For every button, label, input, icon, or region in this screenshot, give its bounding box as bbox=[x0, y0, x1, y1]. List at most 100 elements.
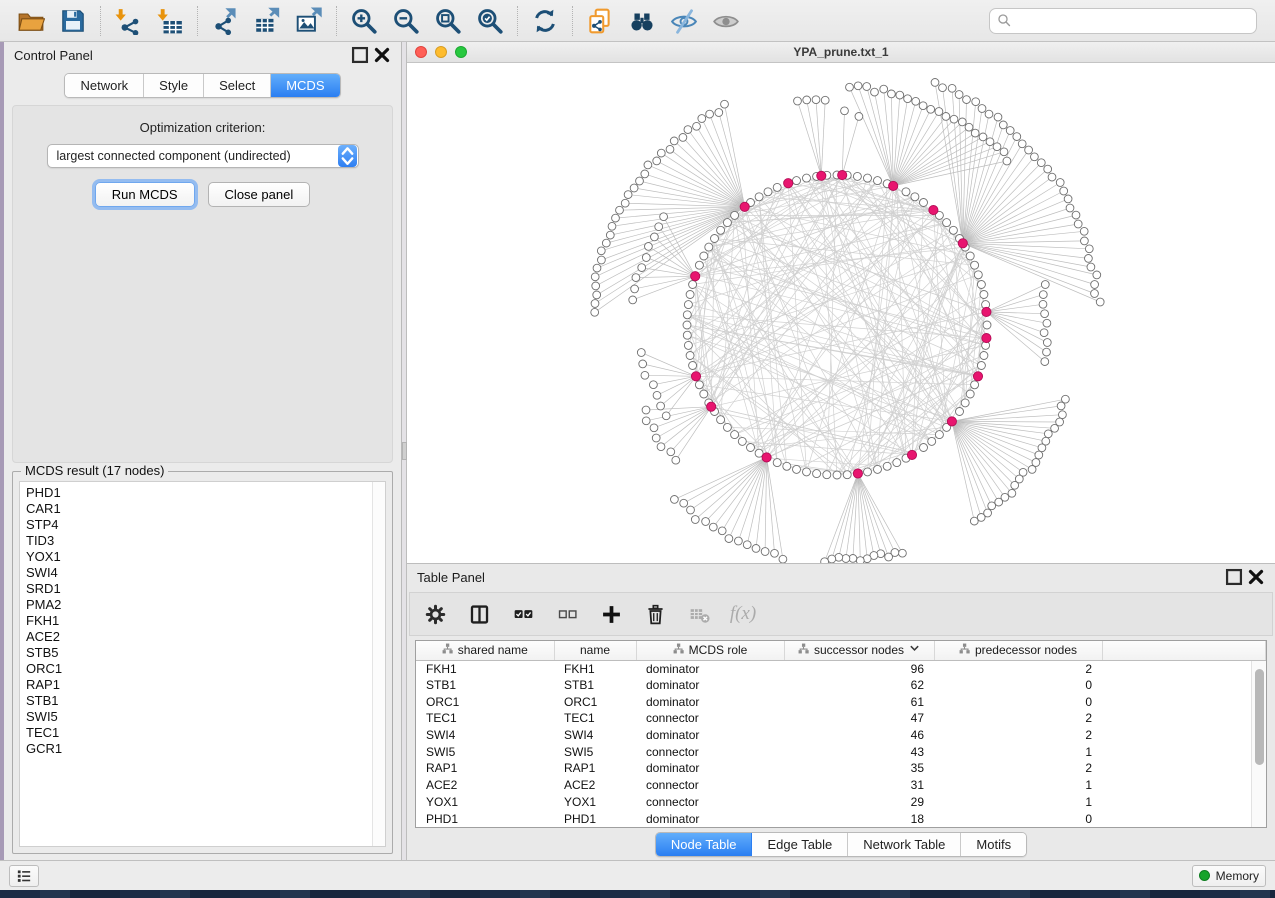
table-scrollbar-thumb[interactable] bbox=[1255, 669, 1264, 765]
column-header-MCDS-role[interactable]: MCDS role bbox=[636, 641, 784, 660]
gear-icon[interactable] bbox=[422, 601, 448, 627]
tab-network-table[interactable]: Network Table bbox=[848, 833, 961, 856]
memory-label: Memory bbox=[1216, 869, 1259, 883]
float-table-panel-icon[interactable] bbox=[1225, 568, 1243, 586]
trash-icon[interactable] bbox=[642, 601, 668, 627]
tab-select[interactable]: Select bbox=[204, 74, 271, 97]
splitter-grabber[interactable] bbox=[402, 442, 407, 460]
network-canvas[interactable] bbox=[407, 63, 1275, 563]
tab-node-table[interactable]: Node Table bbox=[656, 833, 753, 856]
tab-motifs[interactable]: Motifs bbox=[961, 833, 1026, 856]
status-bar: Memory bbox=[0, 860, 1275, 890]
table-row[interactable]: SWI4SWI4dominator462 bbox=[416, 727, 1266, 744]
zoom-in-icon[interactable] bbox=[343, 3, 385, 39]
column-header-successor-nodes[interactable]: successor nodes bbox=[784, 641, 934, 660]
refresh-icon[interactable] bbox=[524, 3, 566, 39]
table-row[interactable]: STB1STB1dominator620 bbox=[416, 677, 1266, 694]
mcds-result-item[interactable]: YOX1 bbox=[26, 549, 372, 565]
table-row[interactable]: PHD1PHD1dominator180 bbox=[416, 810, 1266, 827]
column-header-predecessor-nodes[interactable]: predecessor nodes bbox=[934, 641, 1102, 660]
network-nodes[interactable] bbox=[591, 79, 1104, 564]
search-input[interactable] bbox=[1017, 13, 1249, 28]
optimization-criterion-select[interactable]: largest connected component (undirected) bbox=[47, 144, 359, 168]
network-window-titlebar[interactable]: YPA_prune.txt_1 bbox=[407, 42, 1275, 63]
control-panel-title: Control Panel bbox=[14, 48, 93, 63]
tab-mcds[interactable]: MCDS bbox=[271, 74, 339, 97]
export-network-icon[interactable] bbox=[204, 3, 246, 39]
float-panel-icon[interactable] bbox=[351, 46, 369, 64]
zoom-fit-icon[interactable] bbox=[427, 3, 469, 39]
mcds-result-item[interactable]: SRD1 bbox=[26, 581, 372, 597]
table-row[interactable]: RAP1RAP1dominator352 bbox=[416, 760, 1266, 777]
close-table-panel-icon[interactable] bbox=[1247, 568, 1265, 586]
export-table-icon[interactable] bbox=[246, 3, 288, 39]
table-row[interactable]: ACE2ACE2connector311 bbox=[416, 777, 1266, 794]
table-row[interactable]: TEC1TEC1connector472 bbox=[416, 710, 1266, 727]
export-image-icon[interactable] bbox=[288, 3, 330, 39]
column-header-shared-name[interactable]: shared name bbox=[416, 641, 554, 660]
table-row[interactable]: SWI5SWI5connector431 bbox=[416, 743, 1266, 760]
eye-icon[interactable] bbox=[705, 3, 747, 39]
network-view-panel: YPA_prune.txt_1 bbox=[407, 42, 1275, 563]
control-panel: Control Panel NetworkStyleSelectMCDS Opt… bbox=[4, 42, 402, 860]
import-network-icon[interactable] bbox=[107, 3, 149, 39]
mcds-result-item[interactable]: ACE2 bbox=[26, 629, 372, 645]
tree-icon bbox=[959, 643, 970, 657]
cytoscape-app: Control Panel NetworkStyleSelectMCDS Opt… bbox=[0, 0, 1275, 898]
close-panel-button[interactable]: Close panel bbox=[208, 182, 311, 207]
mcds-result-item[interactable]: PMA2 bbox=[26, 597, 372, 613]
mcds-result-item[interactable]: CAR1 bbox=[26, 501, 372, 517]
panel-splitter[interactable] bbox=[402, 42, 407, 860]
task-history-button[interactable] bbox=[9, 865, 39, 887]
toolbar-icon-group bbox=[10, 3, 747, 39]
unselect-all-icon[interactable] bbox=[554, 601, 580, 627]
select-all-icon[interactable] bbox=[510, 601, 536, 627]
mcds-result-item[interactable]: PHD1 bbox=[26, 485, 372, 501]
mcds-tab-content: Optimization criterion: largest connecte… bbox=[12, 105, 393, 854]
minimize-window-icon[interactable] bbox=[435, 46, 447, 58]
copy-share-icon[interactable] bbox=[579, 3, 621, 39]
mcds-result-item[interactable]: RAP1 bbox=[26, 677, 372, 693]
mcds-result-item[interactable]: STP4 bbox=[26, 517, 372, 533]
eye-slash-icon[interactable] bbox=[663, 3, 705, 39]
toolbar-separator bbox=[572, 6, 573, 36]
right-column: YPA_prune.txt_1 Table Panel f(x) bbox=[407, 42, 1275, 860]
mcds-result-item[interactable]: STB1 bbox=[26, 693, 372, 709]
run-mcds-button[interactable]: Run MCDS bbox=[95, 182, 195, 207]
sort-desc-icon bbox=[909, 643, 920, 657]
network-graph[interactable] bbox=[407, 63, 1275, 563]
column-header-filler bbox=[1102, 641, 1266, 660]
columns-icon[interactable] bbox=[466, 601, 492, 627]
zoom-selected-icon[interactable] bbox=[469, 3, 511, 39]
mcds-result-item[interactable]: STB5 bbox=[26, 645, 372, 661]
open-folder-icon[interactable] bbox=[10, 3, 52, 39]
mcds-result-item[interactable]: FKH1 bbox=[26, 613, 372, 629]
tab-style[interactable]: Style bbox=[144, 74, 204, 97]
close-window-icon[interactable] bbox=[415, 46, 427, 58]
table-scrollbar[interactable] bbox=[1251, 661, 1266, 827]
mcds-result-listbox[interactable]: PHD1CAR1STP4TID3YOX1SWI4SRD1PMA2FKH1ACE2… bbox=[19, 481, 386, 847]
tab-edge-table[interactable]: Edge Table bbox=[752, 833, 848, 856]
mcds-result-item[interactable]: SWI4 bbox=[26, 565, 372, 581]
column-header-name[interactable]: name bbox=[554, 641, 636, 660]
search-box[interactable] bbox=[989, 8, 1257, 34]
mcds-result-item[interactable]: GCR1 bbox=[26, 741, 372, 757]
table-row[interactable]: FKH1FKH1dominator962 bbox=[416, 660, 1266, 677]
memory-button[interactable]: Memory bbox=[1192, 865, 1266, 887]
plus-icon[interactable] bbox=[598, 601, 624, 627]
close-panel-icon[interactable] bbox=[373, 46, 391, 64]
control-panel-tabs: NetworkStyleSelectMCDS bbox=[4, 68, 401, 105]
table-row[interactable]: YOX1YOX1connector291 bbox=[416, 794, 1266, 811]
binoculars-icon[interactable] bbox=[621, 3, 663, 39]
mcds-result-item[interactable]: TEC1 bbox=[26, 725, 372, 741]
maximize-window-icon[interactable] bbox=[455, 46, 467, 58]
zoom-out-icon[interactable] bbox=[385, 3, 427, 39]
import-table-icon[interactable] bbox=[149, 3, 191, 39]
mcds-result-item[interactable]: ORC1 bbox=[26, 661, 372, 677]
save-session-icon[interactable] bbox=[52, 3, 94, 39]
mcds-result-item[interactable]: TID3 bbox=[26, 533, 372, 549]
mcds-result-item[interactable]: SWI5 bbox=[26, 709, 372, 725]
list-scrollbar[interactable] bbox=[372, 482, 385, 846]
table-row[interactable]: ORC1ORC1dominator610 bbox=[416, 693, 1266, 710]
tab-network[interactable]: Network bbox=[65, 74, 144, 97]
